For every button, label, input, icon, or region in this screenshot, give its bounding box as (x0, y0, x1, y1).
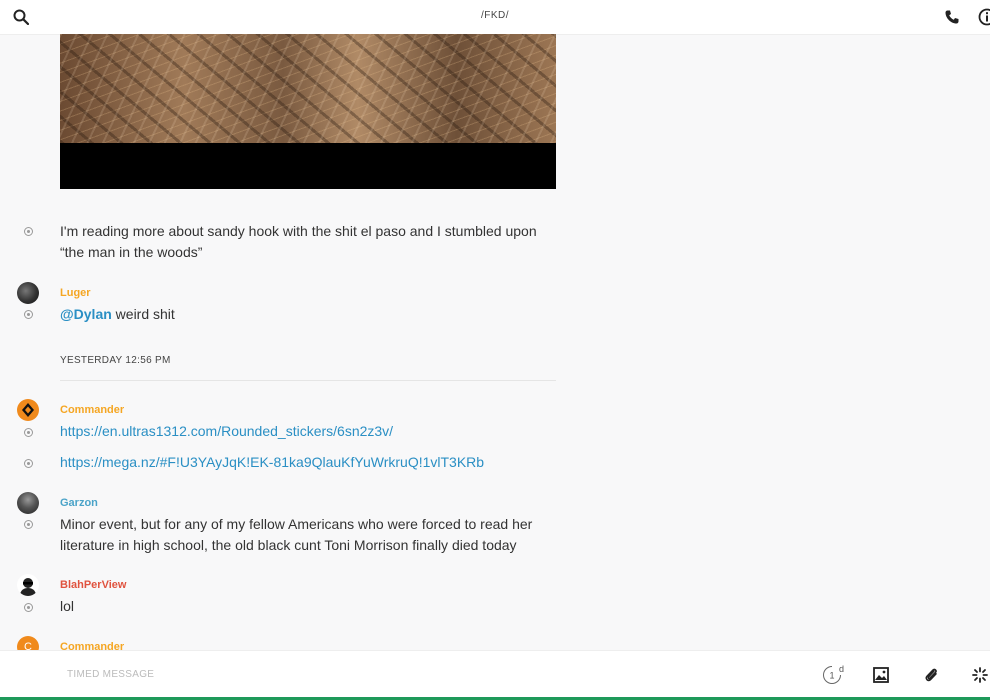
commander-emblem-icon (22, 403, 34, 417)
message-author[interactable]: Luger (60, 287, 91, 299)
paperclip-icon[interactable] (923, 666, 939, 684)
read-status-icon (24, 310, 33, 319)
avatar[interactable] (17, 492, 39, 514)
message-text: https://mega.nz/#F!U3YAyJqK!EK-81ka9Qlau… (60, 452, 560, 473)
message-author[interactable]: BlahPerView (60, 579, 126, 591)
message-input[interactable]: TIMED MESSAGE (67, 669, 154, 680)
message-link[interactable]: https://mega.nz/#F!U3YAyJqK!EK-81ka9Qlau… (60, 454, 484, 470)
phone-icon[interactable] (944, 9, 960, 25)
attachment-image (60, 34, 556, 143)
timer-value: 1 (829, 671, 834, 681)
message-text: https://en.ultras1312.com/Rounded_sticke… (60, 421, 560, 442)
read-status-icon (24, 428, 33, 437)
avatar[interactable] (17, 282, 39, 304)
message-author[interactable]: Garzon (60, 497, 98, 509)
image-icon[interactable] (873, 667, 889, 683)
media-attachment[interactable] (60, 34, 556, 189)
message-text: I'm reading more about sandy hook with t… (60, 223, 537, 260)
date-divider: YESTERDAY 12:56 PM (60, 355, 556, 381)
message-text: @Dylan weird shit (60, 304, 560, 325)
message-body: weird shit (111, 306, 175, 322)
message-author[interactable]: Commander (60, 404, 124, 416)
read-status-icon (24, 227, 33, 236)
avatar[interactable] (17, 399, 39, 421)
top-bar: /FKD/ (0, 0, 990, 35)
message-text: Minor event, but for any of my fellow Am… (60, 516, 533, 553)
read-status-icon (24, 459, 33, 468)
message-text: lol (60, 598, 75, 614)
conversation-title: /FKD/ (480, 10, 510, 21)
timer-unit: d (839, 664, 845, 674)
read-status-icon (24, 603, 33, 612)
info-icon[interactable] (978, 8, 990, 26)
user-mention[interactable]: @Dylan (60, 306, 112, 322)
message-composer: TIMED MESSAGE 1 d (0, 650, 990, 699)
avatar[interactable] (17, 574, 39, 596)
face-avatar-icon (20, 578, 36, 596)
message-link[interactable]: https://en.ultras1312.com/Rounded_sticke… (60, 423, 393, 439)
read-status-icon (24, 520, 33, 529)
sparkle-icon[interactable] (972, 667, 988, 683)
